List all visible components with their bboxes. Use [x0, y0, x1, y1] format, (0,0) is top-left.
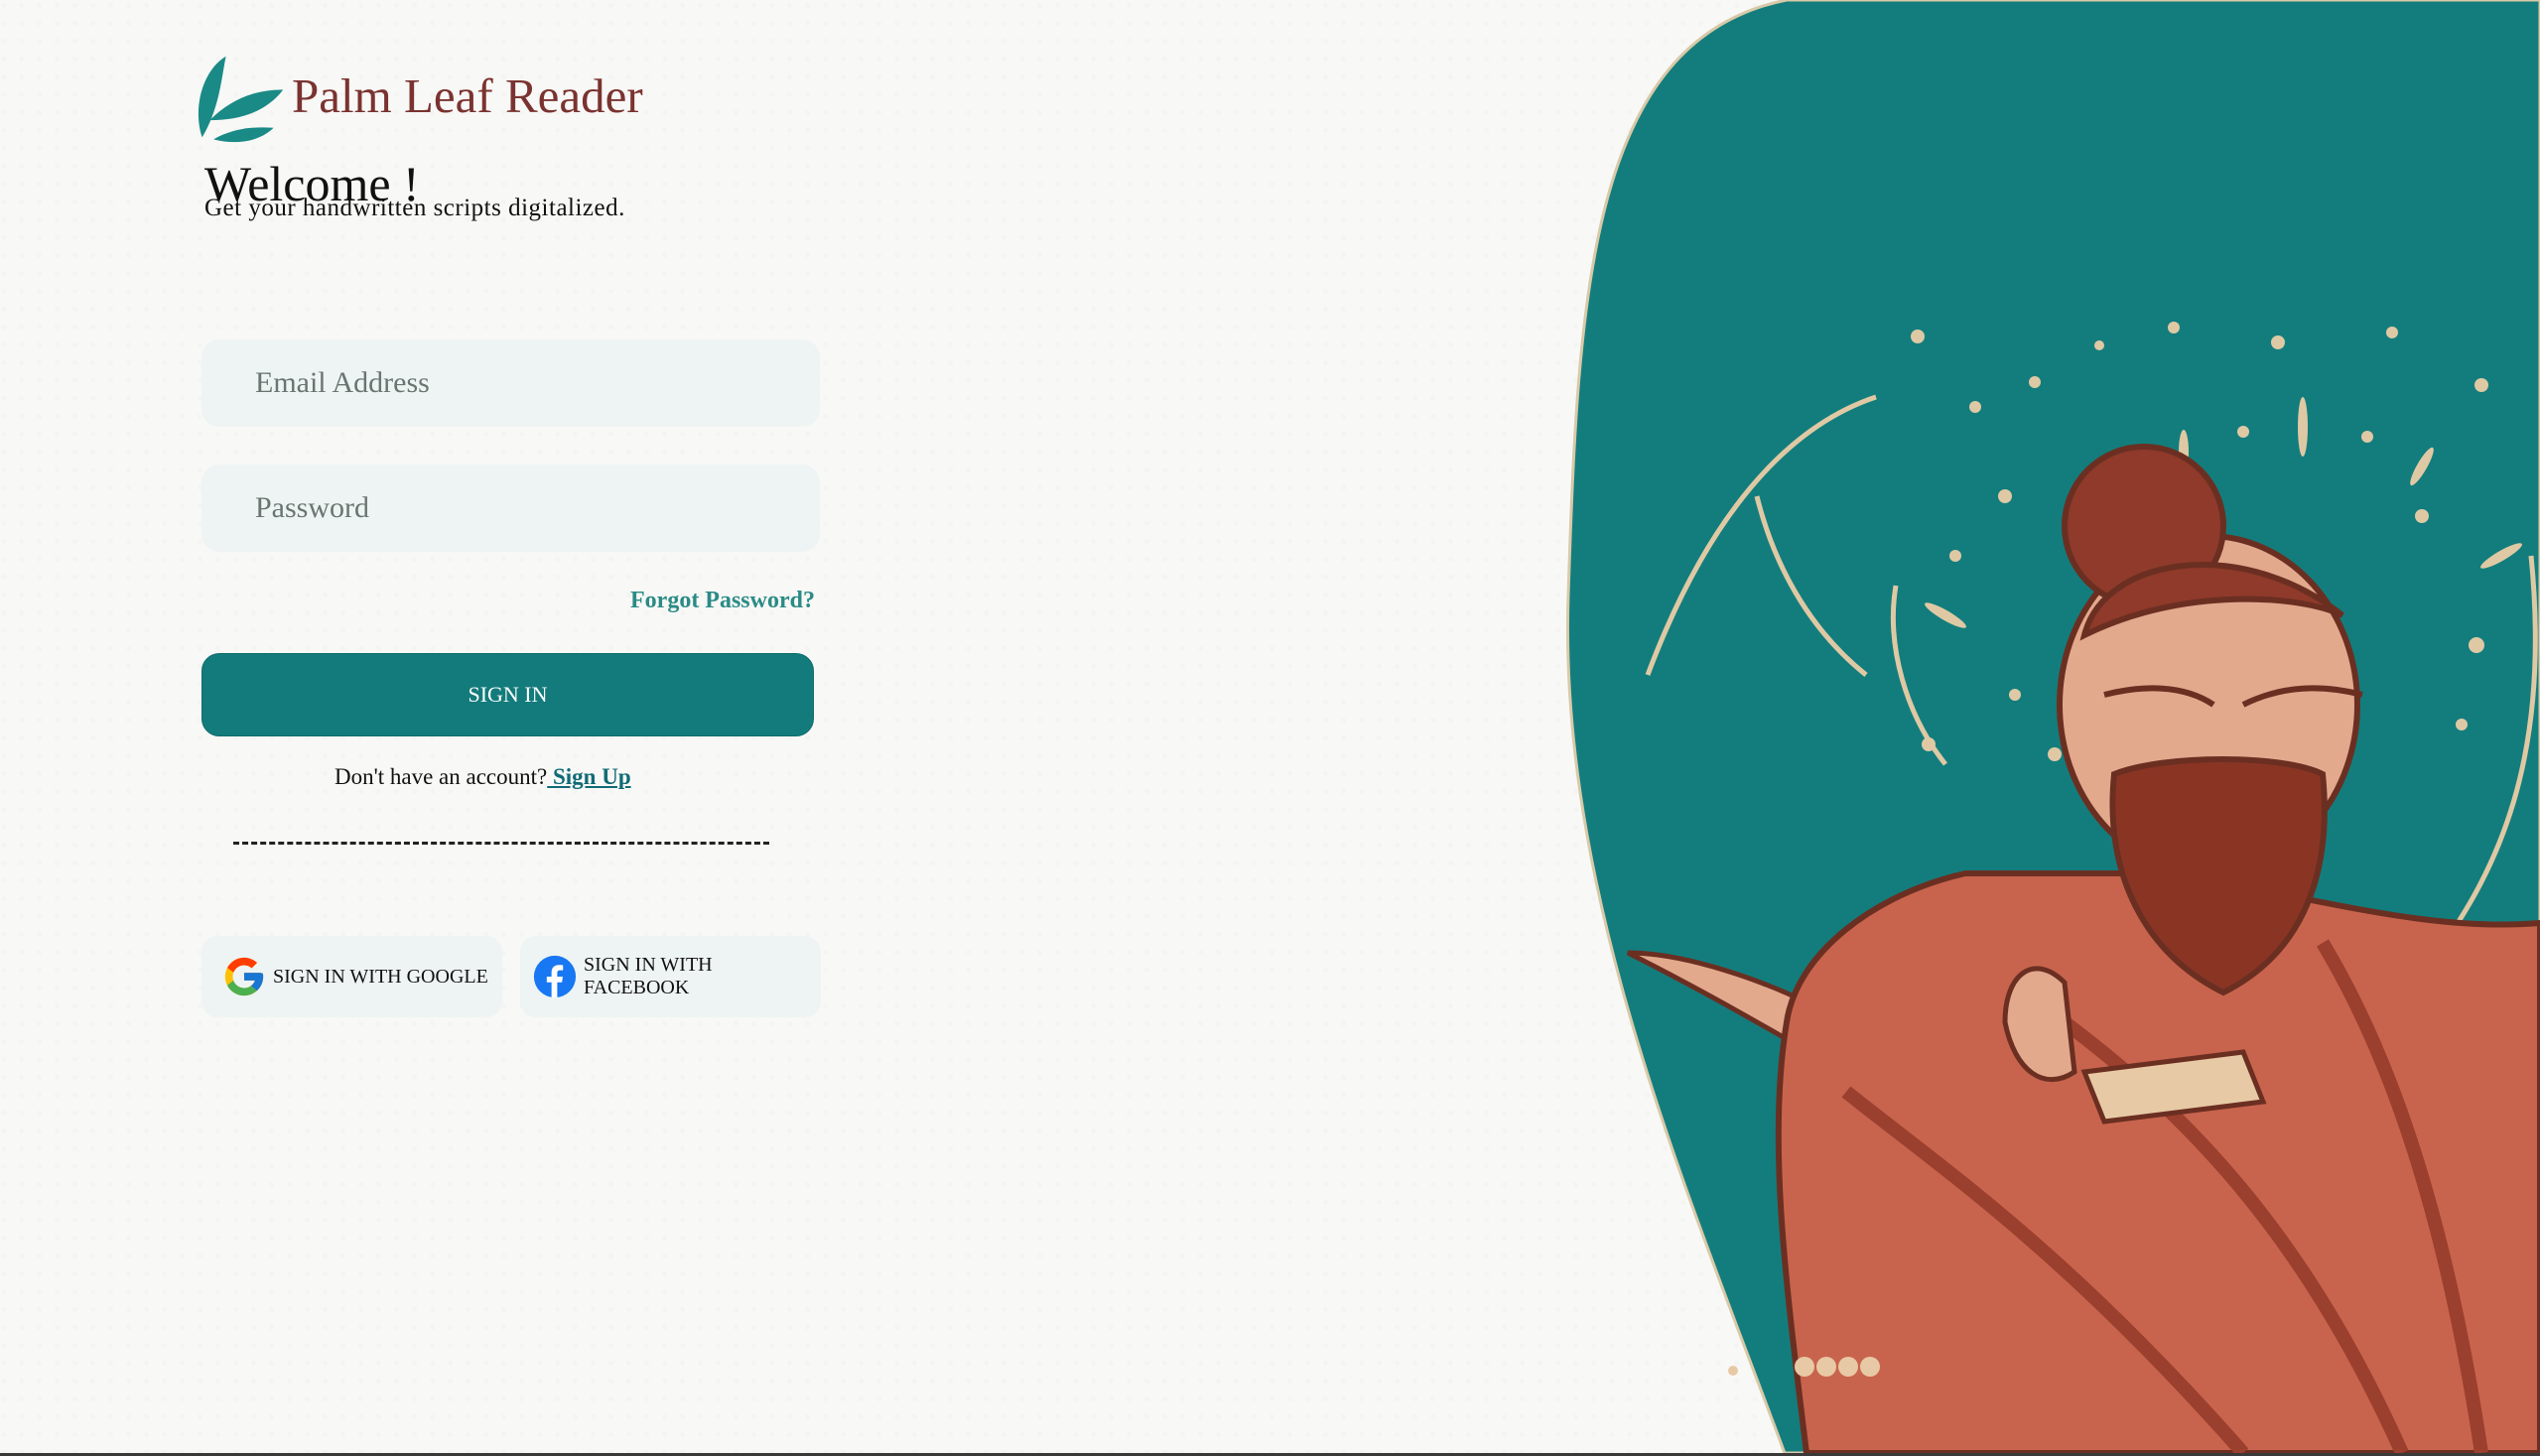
- welcome-subtitle: Get your handwritten scripts digitalized…: [204, 195, 625, 221]
- login-page: Palm Leaf Reader Welcome ! Get your hand…: [0, 0, 2540, 1456]
- sage-illustration: [1565, 0, 2540, 1453]
- facebook-sign-in-button[interactable]: SIGN IN WITH FACEBOOK: [520, 936, 821, 1017]
- forgot-password-link[interactable]: Forgot Password?: [630, 588, 815, 614]
- brand-name: Palm Leaf Reader: [292, 67, 643, 123]
- divider: [233, 842, 769, 845]
- signup-prompt: Don't have an account? Sign Up: [334, 764, 631, 790]
- facebook-sign-in-label: SIGN IN WITH FACEBOOK: [584, 954, 713, 998]
- brand: Palm Leaf Reader: [193, 52, 643, 147]
- sign-up-link[interactable]: Sign Up: [547, 764, 631, 789]
- google-sign-in-label: SIGN IN WITH GOOGLE: [273, 965, 488, 988]
- google-sign-in-button[interactable]: SIGN IN WITH GOOGLE: [201, 936, 502, 1017]
- password-field[interactable]: [201, 464, 820, 552]
- google-icon: [224, 957, 264, 996]
- sign-in-button[interactable]: SIGN IN: [201, 653, 814, 736]
- email-field[interactable]: [201, 339, 820, 427]
- no-account-text: Don't have an account?: [334, 764, 548, 789]
- facebook-icon: [533, 955, 577, 998]
- palm-leaf-logo-icon: [198, 56, 284, 143]
